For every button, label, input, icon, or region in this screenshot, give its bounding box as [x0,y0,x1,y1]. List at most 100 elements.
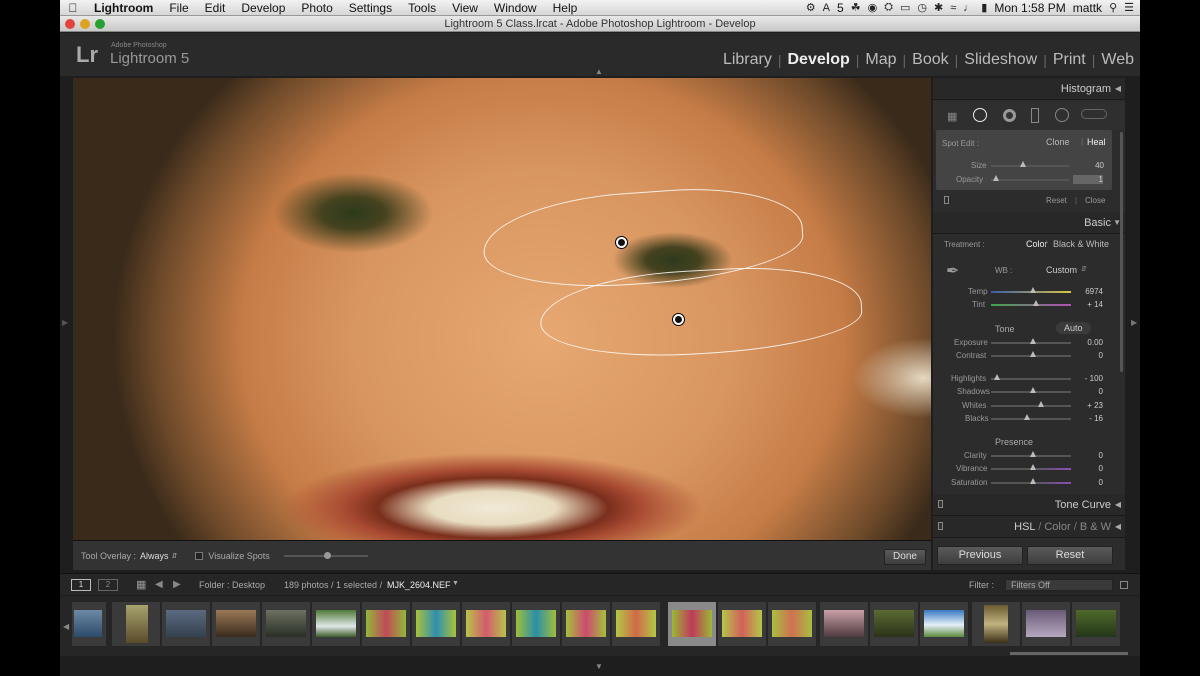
menu-app[interactable]: Lightroom [86,1,161,15]
search-icon[interactable]: ⚲ [1109,1,1117,14]
bw-tab[interactable]: B & W [1080,521,1111,533]
module-book[interactable]: Book [906,51,954,69]
histogram-panel-header[interactable]: Histogram ◀ [933,78,1125,100]
whites-slider[interactable] [991,405,1071,407]
filmstrip-thumb[interactable] [562,602,610,646]
spot-target-pin[interactable] [616,237,627,248]
filmstrip-thumb[interactable] [718,602,766,646]
saturation-value[interactable]: 0 [1073,478,1103,487]
menu-photo[interactable]: Photo [293,1,340,15]
module-print[interactable]: Print [1047,51,1092,69]
size-value[interactable]: 40 [1074,161,1104,170]
done-button[interactable]: Done [884,549,926,565]
auto-tone-button[interactable]: Auto [1056,322,1091,334]
filmstrip-thumb[interactable] [920,602,968,646]
apple-menu-icon[interactable]:  [60,1,86,15]
menu-view[interactable]: View [444,1,486,15]
minimize-window-icon[interactable] [80,19,90,29]
exposure-slider-thumb[interactable] [1030,338,1036,344]
slider-thumb[interactable] [323,551,331,559]
panel-scrollbar[interactable] [1120,132,1123,372]
saturation-slider-thumb[interactable] [1030,478,1036,484]
wb-select[interactable]: Custom [1046,265,1077,275]
filmstrip-thumb[interactable] [820,602,868,646]
color-tab[interactable]: Color [1044,521,1070,533]
highlights-value[interactable]: - 100 [1073,374,1103,383]
chevron-down-icon[interactable]: ▼ [452,580,459,587]
blacks-slider-thumb[interactable] [1024,414,1030,420]
contrast-value[interactable]: 0 [1073,351,1103,360]
bluetooth-icon[interactable]: ✱ [934,1,943,14]
filmstrip-thumb[interactable] [362,602,410,646]
wifi-icon[interactable]: ≈ [950,2,956,14]
airplay-icon[interactable]: ▭ [900,1,910,14]
collapse-left-icon[interactable]: ◀ [1115,500,1121,509]
time-machine-icon[interactable]: ◷ [917,1,927,14]
temp-value[interactable]: 6974 [1073,287,1103,296]
contrast-slider-thumb[interactable] [1030,351,1036,357]
collapse-left-icon[interactable]: ◀ [1115,522,1121,531]
clone-button[interactable]: Clone [1046,137,1070,147]
monitor-1-button[interactable]: 1 [71,579,91,591]
visualize-spots-checkbox[interactable] [195,551,204,560]
reset-button[interactable]: Reset [1027,546,1113,565]
filmstrip-left-icon[interactable]: ◀ [63,622,69,631]
collapse-left-icon[interactable]: ◀ [1115,84,1121,93]
hsl-tab[interactable]: HSL [1014,521,1035,533]
module-web[interactable]: Web [1095,51,1140,69]
menu-settings[interactable]: Settings [341,1,400,15]
select-arrows-icon[interactable]: ⇵ [1081,265,1087,273]
basic-panel-header[interactable]: Basic ▼ [933,212,1125,234]
whites-value[interactable]: + 23 [1073,401,1103,410]
filmstrip-thumb[interactable] [462,602,510,646]
notification-icon[interactable]: ☰ [1124,1,1134,14]
module-slideshow[interactable]: Slideshow [958,51,1043,69]
menu-help[interactable]: Help [545,1,586,15]
panel-switch-icon[interactable] [938,500,943,508]
whites-slider-thumb[interactable] [1038,401,1044,407]
filmstrip-thumb[interactable] [412,602,460,646]
evernote-icon[interactable]: ☘ [851,1,861,14]
filmstrip-thumb[interactable] [312,602,360,646]
filmstrip-thumb[interactable] [1072,602,1120,646]
filmstrip-thumb[interactable] [870,602,918,646]
size-slider-thumb[interactable] [1020,161,1026,167]
tool-overlay-select[interactable]: Always [140,551,169,561]
tool-enable-switch-icon[interactable] [944,196,949,204]
menu-file[interactable]: File [161,1,196,15]
module-map[interactable]: Map [859,51,902,69]
volume-icon[interactable]: ♩ [963,2,974,14]
right-panel-toggle-icon[interactable]: ▶ [1131,318,1137,327]
filmstrip-thumb[interactable] [768,602,816,646]
filter-select[interactable]: Filters Off [1005,579,1113,591]
filmstrip-thumb[interactable] [972,602,1020,646]
selected-filename[interactable]: MJK_2604.NEF [387,580,451,590]
clarity-value[interactable]: 0 [1073,451,1103,460]
monitor-2-button[interactable]: 2 [98,579,118,591]
highlights-slider[interactable] [991,378,1071,380]
shadows-value[interactable]: 0 [1073,387,1103,396]
gear-icon[interactable]: ⛭ [884,1,893,14]
clarity-slider-thumb[interactable] [1030,451,1036,457]
filmstrip-thumb[interactable] [612,602,660,646]
menu-tools[interactable]: Tools [400,1,444,15]
exposure-value[interactable]: 0.00 [1073,338,1103,347]
tone-curve-panel-header[interactable]: Tone Curve ◀ [933,494,1125,516]
visualize-spots-slider[interactable] [283,551,368,559]
menu-window[interactable]: Window [486,1,545,15]
blacks-slider[interactable] [991,418,1071,420]
dropbox-icon[interactable]: ◉ [868,1,878,14]
previous-button[interactable]: Previous [937,546,1023,565]
photo-canvas[interactable] [73,78,931,540]
highlights-slider-thumb[interactable] [994,374,1000,380]
temp-slider-thumb[interactable] [1030,287,1036,293]
menu-develop[interactable]: Develop [233,1,293,15]
module-develop[interactable]: Develop [782,51,856,69]
shadows-slider-thumb[interactable] [1030,387,1036,393]
spot-close-button[interactable]: Close [1085,196,1105,205]
opacity-slider[interactable] [991,179,1069,181]
graduated-filter-icon[interactable] [1031,108,1039,123]
heal-button[interactable]: Heal [1087,137,1106,147]
opacity-value[interactable]: 1 [1073,175,1103,184]
spot-source-pin[interactable] [673,314,684,325]
